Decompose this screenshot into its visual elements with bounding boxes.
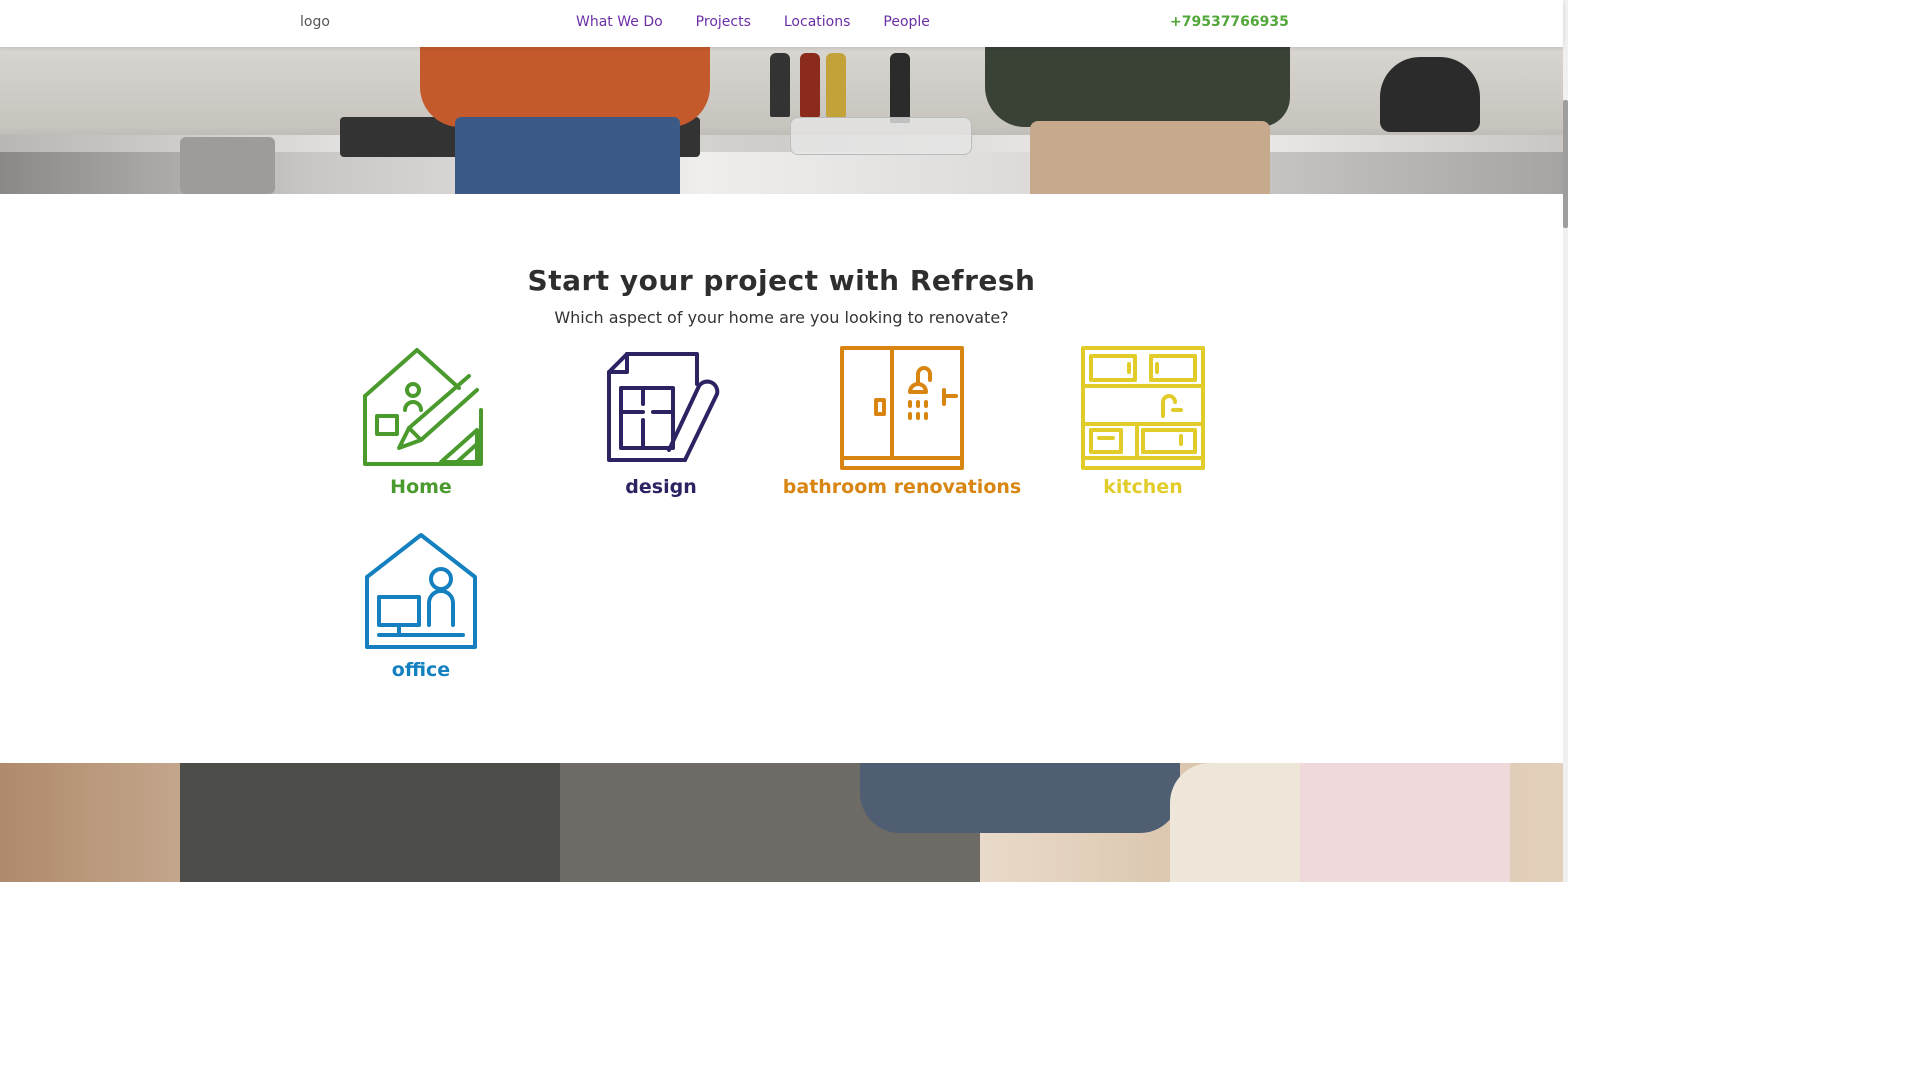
hero-pot	[180, 137, 275, 194]
kitchen-cabinet-icon	[1081, 346, 1205, 470]
category-kitchen[interactable]: kitchen	[1023, 346, 1263, 498]
scrollbar-thumb[interactable]	[1563, 100, 1568, 228]
blueprint-icon	[607, 352, 720, 462]
category-label: kitchen	[1103, 476, 1183, 498]
section-subtitle: Which aspect of your home are you lookin…	[554, 308, 1009, 327]
category-label: Home	[390, 476, 452, 498]
hero-bottle	[800, 53, 820, 117]
site-header: logo What We Do Projects Locations Peopl…	[0, 0, 1563, 47]
nav-locations[interactable]: Locations	[784, 14, 851, 30]
hero-kettle	[1380, 57, 1480, 132]
main-nav: What We Do Projects Locations People	[576, 14, 963, 30]
section-title: Start your project with Refresh	[527, 264, 1036, 297]
phone-link[interactable]: +79537766935	[1170, 14, 1289, 30]
hero-person-left-jeans	[455, 117, 680, 194]
category-label: bathroom renovations	[782, 476, 1022, 498]
hero-image-kitchen	[0, 47, 1563, 194]
hero-bottle	[770, 53, 790, 117]
category-label: office	[391, 659, 451, 681]
hero-bottle	[826, 53, 846, 117]
hero-image-family	[0, 763, 1563, 882]
hero-cushion	[860, 763, 1180, 833]
hero-person-left	[420, 47, 710, 127]
hero-person-right-pants	[1030, 121, 1270, 194]
page-scrollbar[interactable]	[1563, 0, 1568, 882]
category-home[interactable]: Home	[301, 346, 541, 498]
home-office-icon	[365, 533, 477, 649]
category-office[interactable]: office	[301, 529, 541, 681]
shower-cabin-icon	[840, 346, 964, 470]
hero-person-right	[985, 47, 1290, 127]
house-pencil-icon	[363, 348, 483, 466]
nav-what-we-do[interactable]: What We Do	[576, 14, 663, 30]
hero-bottle	[890, 53, 910, 123]
hero-pink	[1300, 763, 1510, 882]
nav-projects[interactable]: Projects	[696, 14, 751, 30]
logo[interactable]: logo	[300, 14, 330, 30]
category-label: design	[625, 476, 697, 498]
category-bathroom-renovations[interactable]: bathroom renovations	[782, 346, 1022, 498]
nav-people[interactable]: People	[883, 14, 930, 30]
hero-bowl	[790, 117, 972, 155]
project-section: Start your project with Refresh Which as…	[0, 194, 1563, 763]
category-design[interactable]: design	[541, 346, 781, 498]
